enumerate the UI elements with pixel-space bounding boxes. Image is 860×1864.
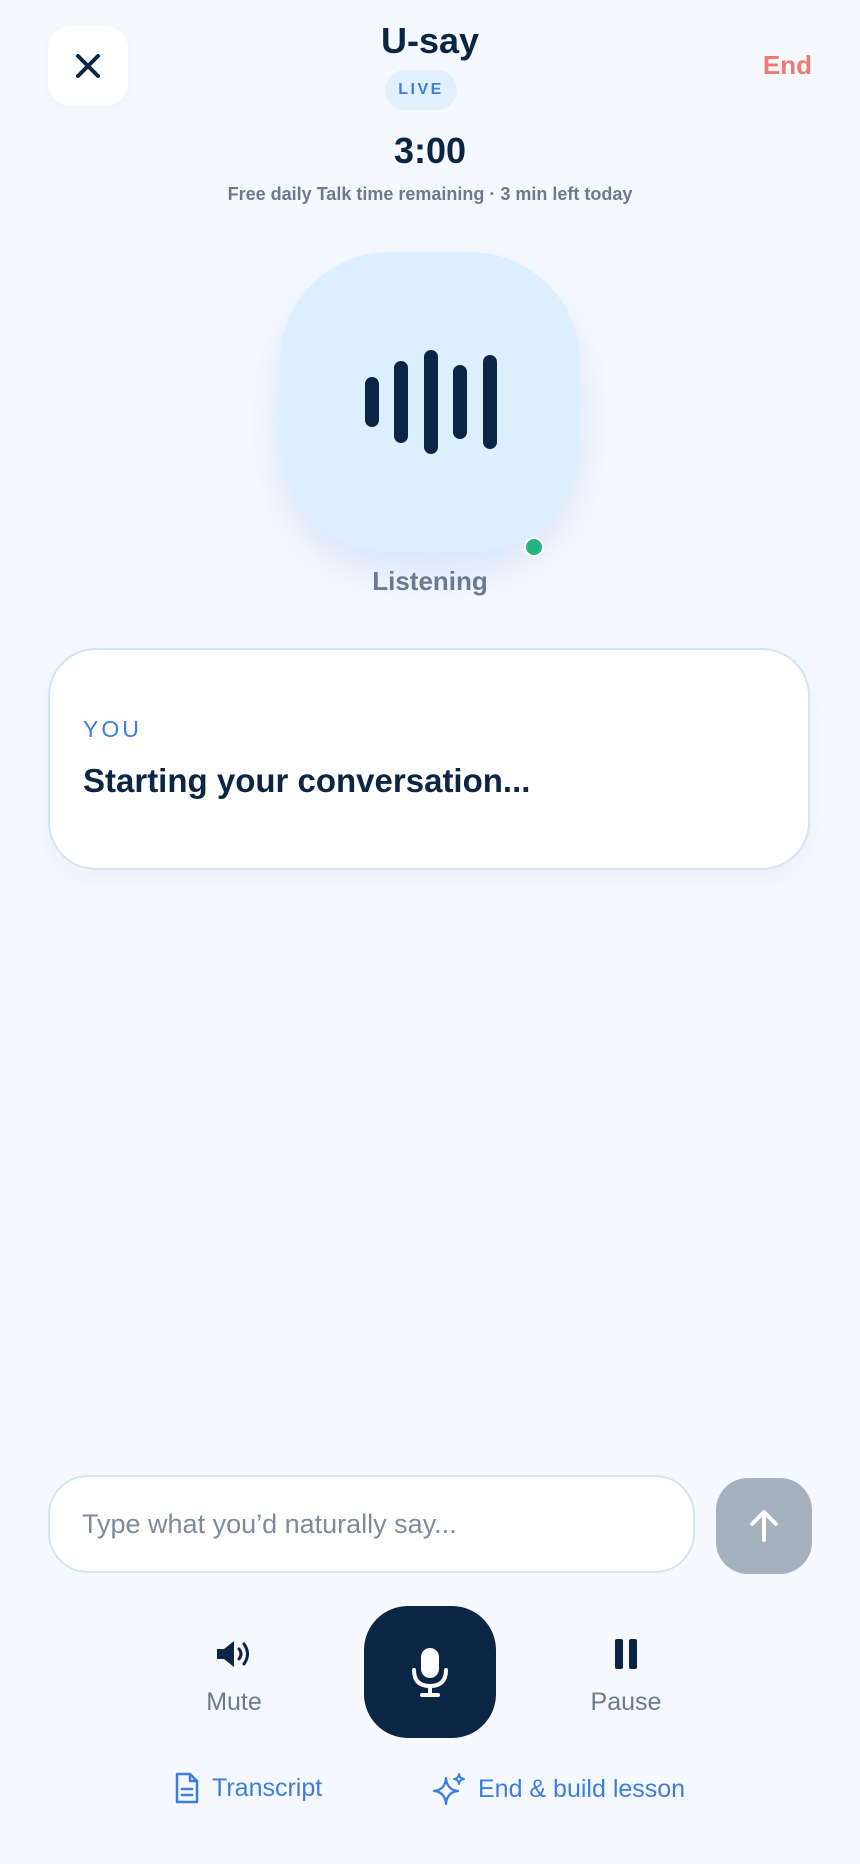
microphone-icon	[412, 1648, 448, 1697]
sparkles-icon	[432, 1773, 465, 1806]
pause-button[interactable]: Pause	[556, 1632, 696, 1717]
app-title: U-say	[380, 20, 480, 61]
timer-subtitle: Free daily Talk time remaining · 3 min l…	[227, 184, 633, 204]
arrow-up-icon	[750, 1510, 778, 1542]
speaker-label: YOU	[83, 716, 142, 742]
document-icon	[175, 1772, 199, 1804]
microphone-button[interactable]	[364, 1606, 496, 1738]
pause-icon	[615, 1639, 637, 1669]
timer-display: 3:00	[393, 130, 467, 171]
send-button[interactable]	[716, 1478, 812, 1574]
live-badge: LIVE	[385, 70, 457, 110]
end-button[interactable]: End	[763, 50, 812, 81]
transcript-label: Transcript	[212, 1773, 323, 1802]
listening-status: Listening	[372, 566, 488, 596]
mute-button[interactable]: Mute	[164, 1632, 304, 1717]
speaker-icon	[217, 1641, 249, 1667]
transcript-link[interactable]: Transcript	[174, 1772, 322, 1804]
mute-label: Mute	[206, 1688, 262, 1716]
pause-label: Pause	[590, 1688, 662, 1716]
message-input[interactable]	[48, 1475, 695, 1573]
end-build-lesson-link[interactable]: End & build lesson	[432, 1772, 685, 1806]
end-build-lesson-label: End & build lesson	[478, 1774, 686, 1803]
message-text: Starting your conversation...	[83, 762, 531, 799]
waveform-icon	[365, 350, 497, 454]
transcript-card: YOU Starting your conversation...	[48, 648, 810, 870]
status-dot	[524, 537, 544, 557]
